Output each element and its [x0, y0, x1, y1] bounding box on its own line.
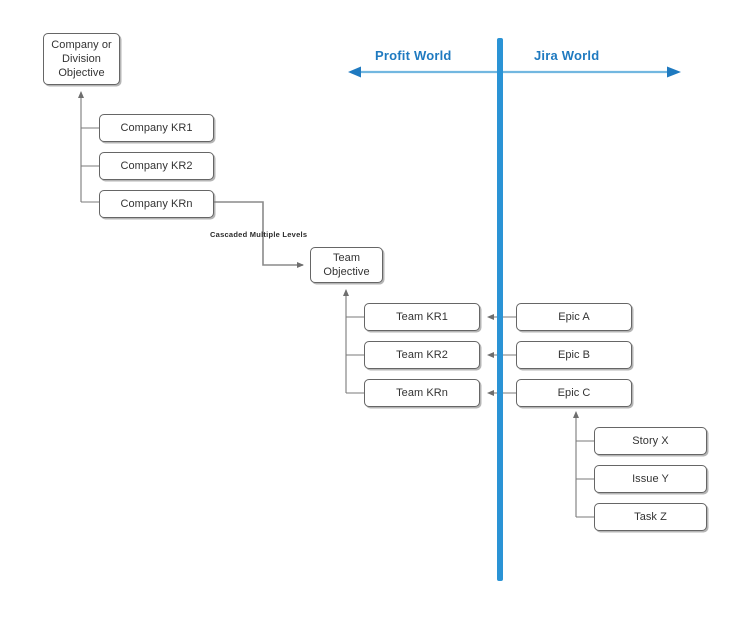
node-epic-c-label: Epic C — [557, 387, 591, 399]
node-company-kr1[interactable]: Company KR1 — [99, 114, 214, 142]
node-team-objective-label: Team Objective — [323, 252, 370, 278]
node-company-kr2-label: Company KR2 — [120, 160, 193, 172]
node-epic-b[interactable]: Epic B — [516, 341, 632, 369]
node-company-krn[interactable]: Company KRn — [99, 190, 214, 218]
node-company-krn-label: Company KRn — [120, 198, 193, 210]
cascaded-levels-label: Cascaded Multiple Levels — [210, 230, 308, 239]
jira-world-label: Jira World — [534, 48, 600, 63]
node-team-kr1-label: Team KR1 — [396, 311, 448, 323]
node-task-z-label: Task Z — [634, 511, 667, 523]
profit-world-label: Profit World — [375, 48, 452, 63]
node-epic-b-label: Epic B — [557, 349, 591, 361]
node-team-kr2-label: Team KR2 — [396, 349, 448, 361]
node-team-krn[interactable]: Team KRn — [364, 379, 480, 407]
node-company-kr2[interactable]: Company KR2 — [99, 152, 214, 180]
node-company-objective-label: Company or Division Objective — [51, 39, 112, 79]
node-company-kr1-label: Company KR1 — [120, 122, 193, 134]
node-issue-y-label: Issue Y — [632, 473, 669, 485]
node-company-objective[interactable]: Company or Division Objective — [43, 33, 120, 85]
node-story-x[interactable]: Story X — [594, 427, 707, 455]
node-epic-a-label: Epic A — [558, 311, 590, 323]
node-task-z[interactable]: Task Z — [594, 503, 707, 531]
diagram-canvas: Profit World Jira World Cascaded Multipl… — [0, 0, 750, 625]
node-epic-c[interactable]: Epic C — [516, 379, 632, 407]
node-team-krn-label: Team KRn — [396, 387, 448, 399]
node-team-objective[interactable]: Team Objective — [310, 247, 383, 283]
node-epic-a[interactable]: Epic A — [516, 303, 632, 331]
node-issue-y[interactable]: Issue Y — [594, 465, 707, 493]
node-story-x-label: Story X — [632, 435, 669, 447]
node-team-kr2[interactable]: Team KR2 — [364, 341, 480, 369]
node-team-kr1[interactable]: Team KR1 — [364, 303, 480, 331]
world-divider — [497, 38, 503, 581]
